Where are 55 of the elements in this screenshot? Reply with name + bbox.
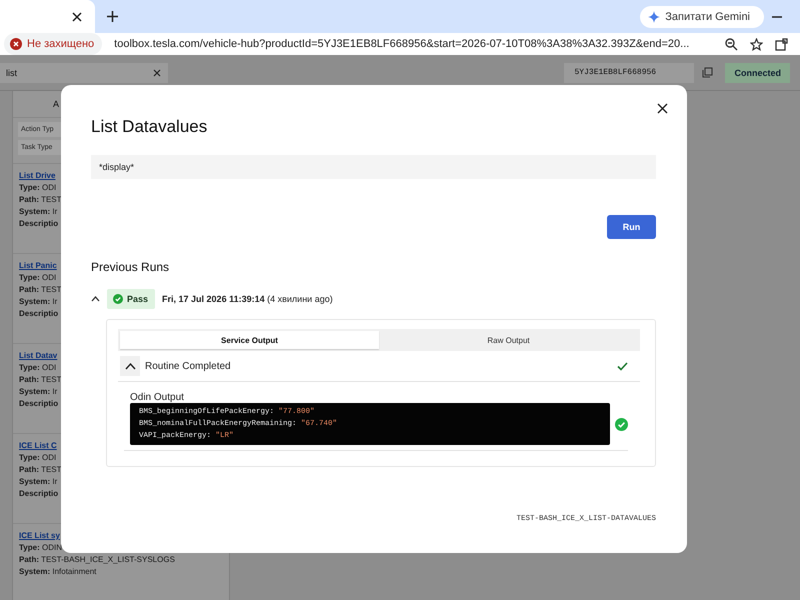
routine-field: Type: ODI — [19, 183, 56, 192]
routine-field: System: Ir — [19, 297, 58, 306]
routine-field: System: Infotainment — [19, 567, 96, 576]
routine-field: Path: TEST — [19, 195, 62, 204]
sparkle-icon — [648, 10, 660, 22]
copy-icon[interactable] — [702, 67, 714, 78]
zoom-icon[interactable] — [725, 38, 738, 50]
routine-field: Type: ODIN — [19, 543, 62, 552]
step-title: Routine Completed — [145, 360, 231, 372]
query-field[interactable]: *display* — [91, 155, 656, 179]
output-tab[interactable]: Raw Output — [379, 331, 638, 349]
routine-field: System: Ir — [19, 207, 58, 216]
routine-field: Path: TEST — [19, 465, 62, 474]
url-text[interactable]: toolbox.tesla.com/vehicle-hub?productId=5YJ3E1EB8LF668956&start=2026-07-10T08%3A38%3A32.393Z&end=20... — [114, 38, 713, 50]
routine-field: Type: ODI — [19, 273, 56, 282]
output-label: Odin Output — [130, 392, 185, 403]
routine-field: Type: ODI — [19, 363, 56, 372]
search-field[interactable]: list — [0, 62, 168, 82]
gemini-button[interactable]: Запитати Gemini — [640, 6, 764, 28]
run-timestamp: Fri, 17 Jul 2026 11:39:14 (4 хвилини ago) — [162, 294, 333, 304]
routine-field: Type: ODI — [19, 453, 56, 462]
output-tab[interactable]: Service Output — [120, 331, 379, 349]
run-button[interactable]: Run — [607, 215, 656, 239]
routine-link[interactable]: ICE List C — [19, 441, 57, 450]
routine-field: Path: TEST — [19, 285, 62, 294]
routine-field: Descriptio — [19, 399, 58, 408]
routine-field: Path: TEST — [19, 375, 62, 384]
routine-link[interactable]: List Drive — [19, 171, 56, 180]
security-chip[interactable]: Не захищено — [4, 33, 102, 55]
status-badge: Pass — [107, 289, 156, 309]
minimize-icon[interactable] — [772, 16, 782, 18]
connected-badge: Connected — [725, 62, 790, 82]
routine-field: Descriptio — [19, 309, 58, 318]
routine-field: Path: TEST-BASH_ICE_X_LIST-SYSLOGS — [19, 555, 175, 564]
close-icon[interactable] — [72, 12, 82, 22]
close-icon[interactable] — [657, 103, 668, 114]
section-title: Previous Runs — [91, 260, 170, 274]
check-circle-icon — [113, 294, 123, 304]
warning-icon — [10, 38, 22, 50]
chevron-icon — [124, 362, 136, 370]
routine-field: System: Ir — [19, 387, 58, 396]
routine-link[interactable]: List Datav — [19, 351, 58, 360]
chevron-icon[interactable] — [91, 296, 100, 302]
clear-icon[interactable] — [153, 68, 161, 76]
star-icon[interactable] — [750, 38, 763, 50]
column-header: A — [53, 99, 60, 109]
collapse-button[interactable] — [120, 356, 140, 376]
routine-link[interactable]: List Panic — [19, 261, 57, 270]
vehicle-id-field: 5YJ3E1EB8LF668956 — [564, 62, 694, 82]
modal-title: List Datavalues — [91, 117, 208, 137]
routine-field: System: Ir — [19, 477, 58, 486]
routine-field: Descriptio — [19, 489, 58, 498]
plus-icon[interactable] — [107, 11, 118, 22]
routine-link[interactable]: ICE List sy — [19, 531, 60, 540]
routine-field: Descriptio — [19, 219, 58, 228]
